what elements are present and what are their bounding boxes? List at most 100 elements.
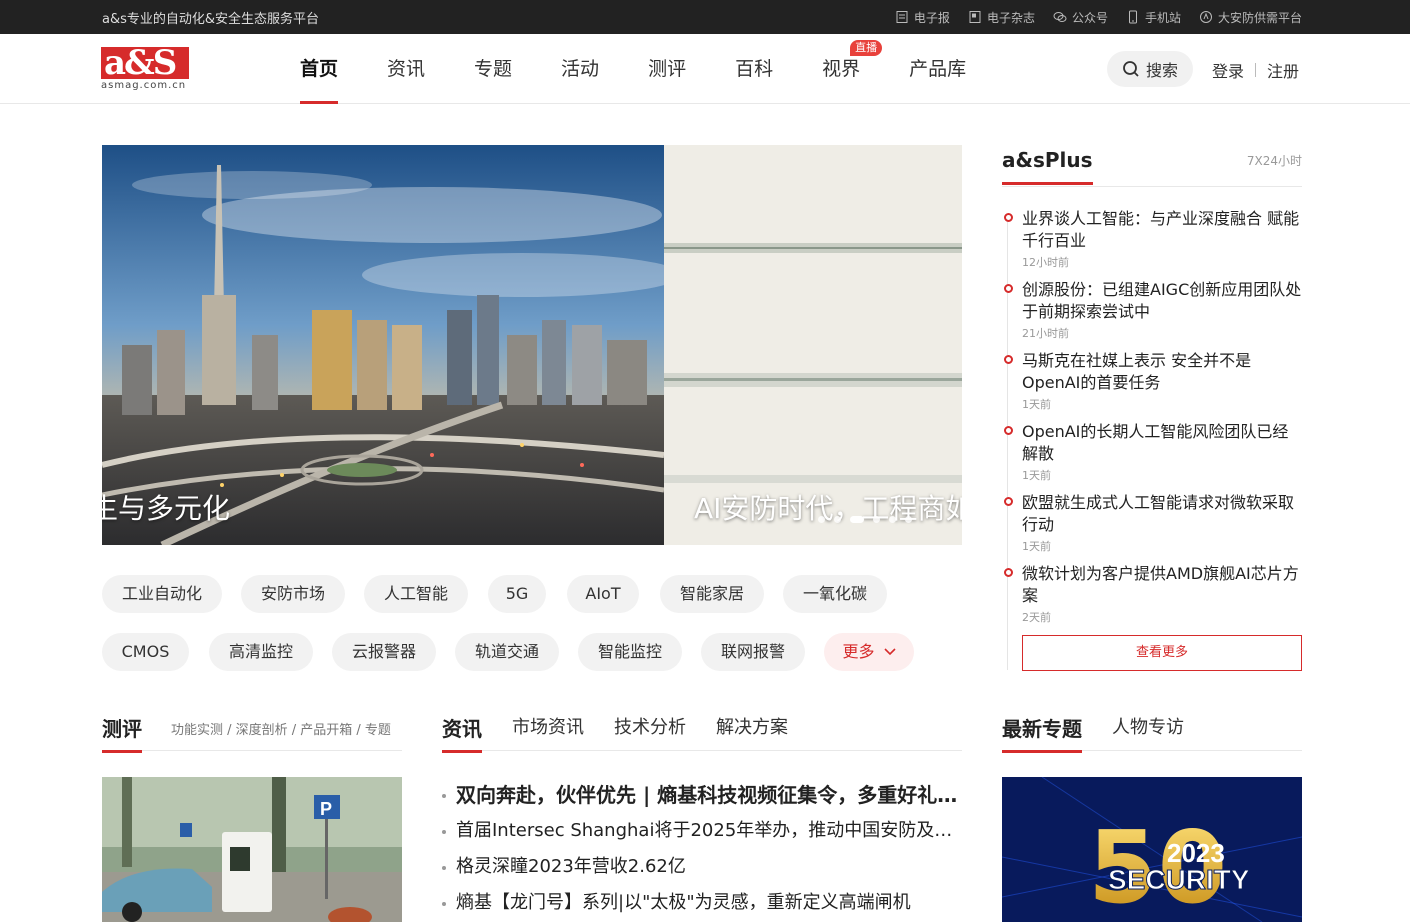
newspaper-icon bbox=[896, 11, 908, 23]
news-title[interactable]: 资讯 bbox=[442, 713, 482, 753]
news-item[interactable]: 熵基【龙门号】系列|以"太极"为灵感，重新定义高端闸机 bbox=[442, 888, 962, 922]
nav-products[interactable]: 产品库 bbox=[909, 34, 966, 104]
tag-security-market[interactable]: 安防市场 bbox=[241, 575, 345, 613]
logo-domain: asmag.com.cn bbox=[101, 80, 187, 91]
top-link-platform[interactable]: 大安防供需平台 bbox=[1199, 9, 1302, 26]
plus-subtitle: 7X24小时 bbox=[1246, 154, 1302, 168]
nav-reviews[interactable]: 测评 bbox=[648, 34, 686, 104]
plus-news-item[interactable]: 欧盟就生成式人工智能请求对微软采取行动 1天前 bbox=[1004, 492, 1304, 554]
carousel-dot[interactable] bbox=[905, 516, 912, 523]
slide-ai[interactable]: AI安防时代，工程商如 bbox=[664, 145, 962, 545]
tag-network-alarm[interactable]: 联网报警 bbox=[701, 633, 805, 671]
slide-city[interactable]: 生与多元化 bbox=[102, 145, 682, 545]
search-icon bbox=[1123, 61, 1139, 77]
news-headline[interactable]: 双向奔赴，伙伴优先 | 熵基科技视频征集令，多重好礼等你来拿 bbox=[442, 780, 962, 816]
auth-divider bbox=[1255, 63, 1257, 77]
tag-aiot[interactable]: AIoT bbox=[567, 575, 639, 613]
topic-image-word: SECURITY bbox=[1108, 864, 1250, 895]
live-badge: 直播 bbox=[850, 40, 883, 56]
plus-header: a&sPlus 7X24小时 bbox=[1002, 145, 1302, 187]
reviews-subcategories[interactable]: 功能实测 / 深度剖析 / 产品开箱 / 专题 bbox=[171, 719, 391, 738]
main-nav: 首页 资讯 专题 活动 测评 百科 视界 直播 产品库 bbox=[300, 34, 1015, 104]
topics-title[interactable]: 最新专题 bbox=[1002, 713, 1082, 753]
tab-interviews[interactable]: 人物专访 bbox=[1112, 713, 1184, 739]
carousel-dot[interactable] bbox=[873, 516, 880, 523]
tag-industrial-automation[interactable]: 工业自动化 bbox=[102, 575, 222, 613]
tag-carbon-monoxide[interactable]: 一氧化碳 bbox=[783, 575, 887, 613]
search-button[interactable]: 搜索 bbox=[1107, 51, 1193, 87]
tags-more-button[interactable]: 更多 bbox=[824, 633, 914, 671]
reviews-header: 测评 功能实测 / 深度剖析 / 产品开箱 / 专题 bbox=[102, 713, 402, 753]
tab-tech-analysis[interactable]: 技术分析 bbox=[614, 713, 686, 739]
site-tagline: a&s专业的自动化&安全生态服务平台 bbox=[102, 12, 320, 27]
top-link-mobile[interactable]: 手机站 bbox=[1126, 9, 1181, 26]
plus-news-item[interactable]: OpenAI的长期人工智能风险团队已经解散 1天前 bbox=[1004, 421, 1304, 483]
tab-market-news[interactable]: 市场资讯 bbox=[512, 713, 584, 739]
carousel-dot[interactable] bbox=[834, 516, 841, 523]
timeline-dot bbox=[1004, 568, 1013, 577]
top-link-epaper[interactable]: 电子报 bbox=[895, 9, 950, 26]
plus-news-item[interactable]: 马斯克在社媒上表示 安全并不是OpenAI的首要任务 1天前 bbox=[1004, 350, 1304, 412]
wechat-icon bbox=[1053, 12, 1067, 22]
tab-solutions[interactable]: 解决方案 bbox=[716, 713, 788, 739]
timeline-dot bbox=[1004, 426, 1013, 435]
tag-ai[interactable]: 人工智能 bbox=[364, 575, 468, 613]
register-link[interactable]: 注册 bbox=[1267, 58, 1299, 82]
top-link-emagazine[interactable]: 电子杂志 bbox=[968, 9, 1035, 26]
abstract-lines-image bbox=[664, 145, 962, 545]
carousel-dot[interactable] bbox=[889, 516, 896, 523]
carousel-dots bbox=[818, 516, 912, 523]
platform-icon bbox=[1199, 11, 1212, 23]
nav-topics[interactable]: 专题 bbox=[474, 34, 512, 104]
plus-news-item[interactable]: 业界谈人工智能：与产业深度融合 赋能千行百业 12小时前 bbox=[1004, 208, 1304, 270]
top-bar: a&s专业的自动化&安全生态服务平台 电子报 电子杂志 公众号 手机站 大安防供… bbox=[0, 0, 1410, 34]
review-thumbnail[interactable]: P bbox=[102, 777, 402, 922]
plus-news-item[interactable]: 创源股份：已组建AIGC创新应用团队处于前期探索尝试中 21小时前 bbox=[1004, 279, 1304, 341]
tag-rail-transit[interactable]: 轨道交通 bbox=[455, 633, 559, 671]
topics-header: 最新专题 人物专访 bbox=[1002, 713, 1302, 753]
reviews-title[interactable]: 测评 bbox=[102, 713, 142, 753]
login-link[interactable]: 登录 bbox=[1212, 58, 1244, 82]
magazine-icon bbox=[969, 11, 981, 23]
timeline-dot bbox=[1004, 284, 1013, 293]
timeline-dot bbox=[1004, 355, 1013, 364]
tag-5g[interactable]: 5G bbox=[488, 575, 546, 613]
chevron-down-icon bbox=[883, 648, 896, 656]
plus-title: a&sPlus bbox=[1002, 148, 1093, 185]
see-more-button[interactable]: 查看更多 bbox=[1022, 635, 1302, 671]
site-logo[interactable]: a&S asmag.com.cn bbox=[101, 46, 189, 93]
ev-charging-image: P bbox=[102, 777, 402, 922]
tag-smart-monitoring[interactable]: 智能监控 bbox=[578, 633, 682, 671]
plus-panel: a&sPlus 7X24小时 业界谈人工智能：与产业深度融合 赋能千行百业 12… bbox=[1002, 145, 1302, 671]
timeline-dot bbox=[1004, 497, 1013, 506]
hero-carousel[interactable]: 生与多元化 AI安防时代，工程商如 bbox=[102, 145, 962, 545]
top-link-wechat[interactable]: 公众号 bbox=[1053, 9, 1108, 26]
security-50-image: 50 2023 SECURITY bbox=[1002, 777, 1302, 922]
news-header: 资讯 市场资讯 技术分析 解决方案 bbox=[442, 713, 962, 753]
auth-links: 登录 注册 bbox=[1212, 58, 1299, 82]
nav-events[interactable]: 活动 bbox=[561, 34, 599, 104]
nav-vision[interactable]: 视界 直播 bbox=[822, 34, 883, 104]
plus-news-item[interactable]: 微软计划为客户提供AMD旗舰AI芯片方案 2天前 bbox=[1004, 563, 1304, 625]
slide-caption-1[interactable]: 生与多元化 bbox=[102, 487, 230, 527]
main-header: a&S asmag.com.cn 首页 资讯 专题 活动 测评 百科 视界 直播… bbox=[0, 34, 1410, 104]
tag-smart-home[interactable]: 智能家居 bbox=[660, 575, 764, 613]
logo-mark: a&S bbox=[101, 46, 189, 80]
tag-hd-surveillance[interactable]: 高清监控 bbox=[209, 633, 313, 671]
svg-text:P: P bbox=[320, 799, 332, 819]
carousel-dot-active[interactable] bbox=[850, 516, 864, 523]
news-list: 双向奔赴，伙伴优先 | 熵基科技视频征集令，多重好礼等你来拿 首届Interse… bbox=[442, 780, 962, 922]
city-skyline-image bbox=[102, 145, 682, 545]
timeline-dot bbox=[1004, 213, 1013, 222]
top-links: 电子报 电子杂志 公众号 手机站 大安防供需平台 bbox=[895, 0, 1302, 34]
carousel-dot[interactable] bbox=[818, 516, 825, 523]
mobile-icon bbox=[1128, 10, 1137, 24]
tag-cloud-alarm[interactable]: 云报警器 bbox=[332, 633, 436, 671]
nav-wiki[interactable]: 百科 bbox=[735, 34, 773, 104]
topic-thumbnail[interactable]: 50 2023 SECURITY bbox=[1002, 777, 1302, 922]
news-item[interactable]: 首届Intersec Shanghai将于2025年举办，推动中国安防及消防行业… bbox=[442, 816, 962, 852]
tag-cmos[interactable]: CMOS bbox=[102, 633, 189, 671]
nav-news[interactable]: 资讯 bbox=[387, 34, 425, 104]
news-item[interactable]: 格灵深瞳2023年营收2.62亿 bbox=[442, 852, 962, 888]
nav-home[interactable]: 首页 bbox=[300, 34, 339, 104]
